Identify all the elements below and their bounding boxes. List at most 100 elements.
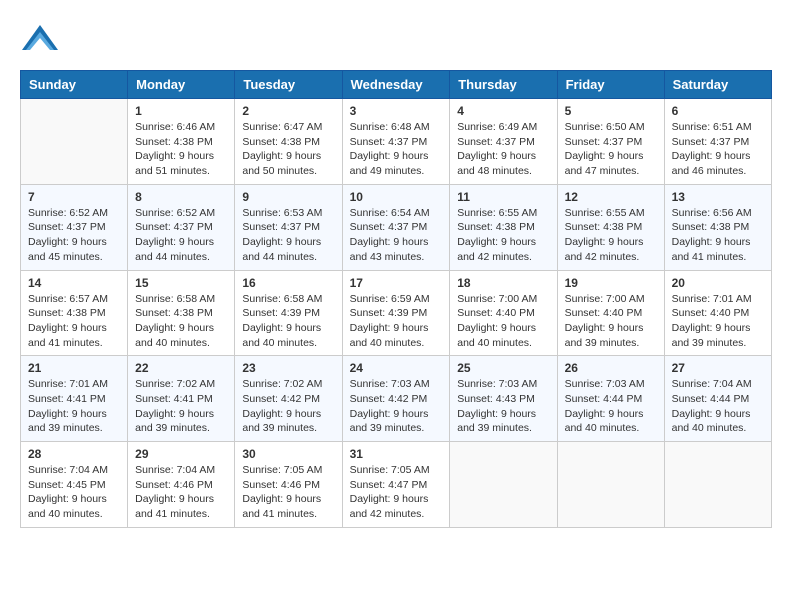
day-number: 10	[350, 190, 443, 204]
day-number: 20	[672, 276, 764, 290]
day-number: 25	[457, 361, 549, 375]
weekday-header-friday: Friday	[557, 71, 664, 99]
calendar-cell: 2 Sunrise: 6:47 AMSunset: 4:38 PMDayligh…	[235, 99, 342, 185]
day-number: 18	[457, 276, 549, 290]
weekday-header-thursday: Thursday	[450, 71, 557, 99]
day-number: 31	[350, 447, 443, 461]
weekday-header-saturday: Saturday	[664, 71, 771, 99]
day-info: Sunrise: 6:48 AMSunset: 4:37 PMDaylight:…	[350, 120, 443, 179]
day-number: 22	[135, 361, 227, 375]
calendar-table: SundayMondayTuesdayWednesdayThursdayFrid…	[20, 70, 772, 528]
calendar-cell: 5 Sunrise: 6:50 AMSunset: 4:37 PMDayligh…	[557, 99, 664, 185]
calendar-cell: 9 Sunrise: 6:53 AMSunset: 4:37 PMDayligh…	[235, 184, 342, 270]
day-number: 26	[565, 361, 657, 375]
day-info: Sunrise: 7:01 AMSunset: 4:41 PMDaylight:…	[28, 377, 120, 436]
day-number: 29	[135, 447, 227, 461]
calendar-week-4: 21 Sunrise: 7:01 AMSunset: 4:41 PMDaylig…	[21, 356, 772, 442]
day-number: 12	[565, 190, 657, 204]
calendar-cell: 8 Sunrise: 6:52 AMSunset: 4:37 PMDayligh…	[128, 184, 235, 270]
day-info: Sunrise: 6:47 AMSunset: 4:38 PMDaylight:…	[242, 120, 334, 179]
day-info: Sunrise: 6:52 AMSunset: 4:37 PMDaylight:…	[28, 206, 120, 265]
calendar-cell: 21 Sunrise: 7:01 AMSunset: 4:41 PMDaylig…	[21, 356, 128, 442]
calendar-cell	[450, 442, 557, 528]
calendar-week-5: 28 Sunrise: 7:04 AMSunset: 4:45 PMDaylig…	[21, 442, 772, 528]
weekday-header-monday: Monday	[128, 71, 235, 99]
calendar-cell: 19 Sunrise: 7:00 AMSunset: 4:40 PMDaylig…	[557, 270, 664, 356]
day-info: Sunrise: 7:02 AMSunset: 4:41 PMDaylight:…	[135, 377, 227, 436]
weekday-header-tuesday: Tuesday	[235, 71, 342, 99]
day-number: 15	[135, 276, 227, 290]
day-info: Sunrise: 7:00 AMSunset: 4:40 PMDaylight:…	[457, 292, 549, 351]
weekday-header-sunday: Sunday	[21, 71, 128, 99]
day-info: Sunrise: 7:04 AMSunset: 4:44 PMDaylight:…	[672, 377, 764, 436]
day-info: Sunrise: 6:58 AMSunset: 4:38 PMDaylight:…	[135, 292, 227, 351]
logo	[20, 20, 65, 60]
day-number: 24	[350, 361, 443, 375]
page-header	[20, 20, 772, 60]
day-info: Sunrise: 6:55 AMSunset: 4:38 PMDaylight:…	[457, 206, 549, 265]
day-info: Sunrise: 6:55 AMSunset: 4:38 PMDaylight:…	[565, 206, 657, 265]
day-number: 2	[242, 104, 334, 118]
day-info: Sunrise: 6:53 AMSunset: 4:37 PMDaylight:…	[242, 206, 334, 265]
day-info: Sunrise: 7:04 AMSunset: 4:46 PMDaylight:…	[135, 463, 227, 522]
calendar-cell: 18 Sunrise: 7:00 AMSunset: 4:40 PMDaylig…	[450, 270, 557, 356]
calendar-cell: 29 Sunrise: 7:04 AMSunset: 4:46 PMDaylig…	[128, 442, 235, 528]
calendar-cell: 4 Sunrise: 6:49 AMSunset: 4:37 PMDayligh…	[450, 99, 557, 185]
calendar-cell: 17 Sunrise: 6:59 AMSunset: 4:39 PMDaylig…	[342, 270, 450, 356]
calendar-cell: 12 Sunrise: 6:55 AMSunset: 4:38 PMDaylig…	[557, 184, 664, 270]
day-info: Sunrise: 7:01 AMSunset: 4:40 PMDaylight:…	[672, 292, 764, 351]
day-info: Sunrise: 6:49 AMSunset: 4:37 PMDaylight:…	[457, 120, 549, 179]
day-info: Sunrise: 7:00 AMSunset: 4:40 PMDaylight:…	[565, 292, 657, 351]
day-info: Sunrise: 7:02 AMSunset: 4:42 PMDaylight:…	[242, 377, 334, 436]
day-number: 13	[672, 190, 764, 204]
day-info: Sunrise: 6:56 AMSunset: 4:38 PMDaylight:…	[672, 206, 764, 265]
day-info: Sunrise: 6:59 AMSunset: 4:39 PMDaylight:…	[350, 292, 443, 351]
day-number: 7	[28, 190, 120, 204]
day-number: 14	[28, 276, 120, 290]
calendar-cell: 27 Sunrise: 7:04 AMSunset: 4:44 PMDaylig…	[664, 356, 771, 442]
calendar-cell: 28 Sunrise: 7:04 AMSunset: 4:45 PMDaylig…	[21, 442, 128, 528]
calendar-cell: 11 Sunrise: 6:55 AMSunset: 4:38 PMDaylig…	[450, 184, 557, 270]
calendar-week-1: 1 Sunrise: 6:46 AMSunset: 4:38 PMDayligh…	[21, 99, 772, 185]
calendar-header-row: SundayMondayTuesdayWednesdayThursdayFrid…	[21, 71, 772, 99]
day-info: Sunrise: 6:54 AMSunset: 4:37 PMDaylight:…	[350, 206, 443, 265]
calendar-cell: 20 Sunrise: 7:01 AMSunset: 4:40 PMDaylig…	[664, 270, 771, 356]
calendar-cell	[21, 99, 128, 185]
calendar-cell: 25 Sunrise: 7:03 AMSunset: 4:43 PMDaylig…	[450, 356, 557, 442]
calendar-week-2: 7 Sunrise: 6:52 AMSunset: 4:37 PMDayligh…	[21, 184, 772, 270]
day-number: 21	[28, 361, 120, 375]
calendar-cell: 1 Sunrise: 6:46 AMSunset: 4:38 PMDayligh…	[128, 99, 235, 185]
day-number: 6	[672, 104, 764, 118]
day-number: 5	[565, 104, 657, 118]
day-number: 8	[135, 190, 227, 204]
day-info: Sunrise: 7:03 AMSunset: 4:44 PMDaylight:…	[565, 377, 657, 436]
calendar-week-3: 14 Sunrise: 6:57 AMSunset: 4:38 PMDaylig…	[21, 270, 772, 356]
day-info: Sunrise: 7:03 AMSunset: 4:43 PMDaylight:…	[457, 377, 549, 436]
calendar-cell: 6 Sunrise: 6:51 AMSunset: 4:37 PMDayligh…	[664, 99, 771, 185]
day-number: 28	[28, 447, 120, 461]
calendar-cell: 22 Sunrise: 7:02 AMSunset: 4:41 PMDaylig…	[128, 356, 235, 442]
day-number: 1	[135, 104, 227, 118]
calendar-cell	[664, 442, 771, 528]
calendar-cell: 31 Sunrise: 7:05 AMSunset: 4:47 PMDaylig…	[342, 442, 450, 528]
day-number: 30	[242, 447, 334, 461]
day-info: Sunrise: 6:58 AMSunset: 4:39 PMDaylight:…	[242, 292, 334, 351]
calendar-cell: 14 Sunrise: 6:57 AMSunset: 4:38 PMDaylig…	[21, 270, 128, 356]
day-number: 16	[242, 276, 334, 290]
day-number: 11	[457, 190, 549, 204]
day-info: Sunrise: 6:57 AMSunset: 4:38 PMDaylight:…	[28, 292, 120, 351]
calendar-cell: 10 Sunrise: 6:54 AMSunset: 4:37 PMDaylig…	[342, 184, 450, 270]
calendar-cell: 30 Sunrise: 7:05 AMSunset: 4:46 PMDaylig…	[235, 442, 342, 528]
calendar-cell: 7 Sunrise: 6:52 AMSunset: 4:37 PMDayligh…	[21, 184, 128, 270]
calendar-cell: 13 Sunrise: 6:56 AMSunset: 4:38 PMDaylig…	[664, 184, 771, 270]
calendar-cell: 23 Sunrise: 7:02 AMSunset: 4:42 PMDaylig…	[235, 356, 342, 442]
day-info: Sunrise: 7:04 AMSunset: 4:45 PMDaylight:…	[28, 463, 120, 522]
day-info: Sunrise: 7:05 AMSunset: 4:46 PMDaylight:…	[242, 463, 334, 522]
day-info: Sunrise: 7:03 AMSunset: 4:42 PMDaylight:…	[350, 377, 443, 436]
day-number: 23	[242, 361, 334, 375]
day-info: Sunrise: 6:52 AMSunset: 4:37 PMDaylight:…	[135, 206, 227, 265]
weekday-header-wednesday: Wednesday	[342, 71, 450, 99]
calendar-cell: 24 Sunrise: 7:03 AMSunset: 4:42 PMDaylig…	[342, 356, 450, 442]
logo-icon	[20, 20, 60, 60]
day-info: Sunrise: 6:46 AMSunset: 4:38 PMDaylight:…	[135, 120, 227, 179]
